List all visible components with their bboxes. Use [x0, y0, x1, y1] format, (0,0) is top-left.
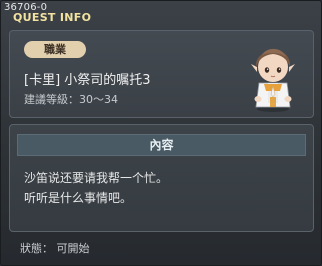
quest-info-window: 36706-0 QUEST INFO 職業 [卡里] 小祭司的嘱托3 建議等級：… [0, 0, 322, 266]
window-title: QUEST INFO [13, 11, 92, 24]
content-header: 內容 [17, 134, 306, 156]
content-line: 沙笛说还要请我帮一个忙。 [24, 171, 169, 185]
content-line: 听听是什么事情吧。 [24, 191, 133, 205]
quest-name: [卡里] 小祭司的嘱托3 [24, 73, 151, 88]
job-badge: 職業 [24, 41, 86, 58]
quest-summary-panel: 職業 [卡里] 小祭司的嘱托3 建議等級：30～34 [9, 30, 314, 118]
quest-content-panel: 內容 沙笛说还要请我帮一个忙。 听听是什么事情吧。 [9, 124, 314, 232]
quest-status: 狀態： 可開始 [20, 242, 90, 255]
npc-portrait-icon [251, 48, 295, 112]
recommended-level: 建議等級：30～34 [24, 93, 118, 106]
